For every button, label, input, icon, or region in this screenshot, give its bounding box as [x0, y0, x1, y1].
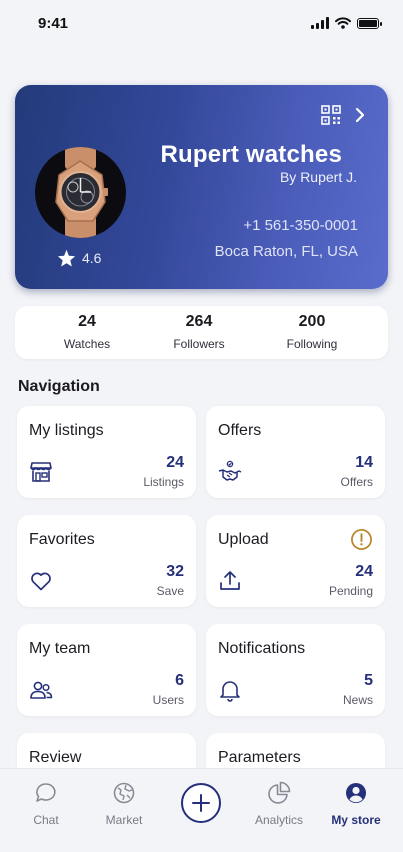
- tab-label: Analytics: [254, 813, 304, 827]
- nav-card-sub: News: [342, 693, 373, 707]
- nav-card-title: Review: [29, 749, 82, 766]
- tab-my-store[interactable]: My store: [321, 781, 391, 827]
- stat-value: 24: [78, 313, 96, 330]
- plus-icon: [192, 794, 210, 812]
- nav-card-count: 5: [364, 672, 373, 689]
- store-icon: [30, 462, 52, 482]
- nav-card-count: 32: [166, 563, 184, 580]
- user-circle-icon: [346, 783, 366, 803]
- bell-icon: [220, 681, 240, 702]
- nav-card-count: 6: [175, 672, 184, 689]
- rating: 4.6: [57, 249, 101, 267]
- nav-card-count: 24: [166, 454, 184, 471]
- signal-icon: [311, 17, 329, 29]
- chat-icon: [36, 783, 56, 802]
- tab-label: Market: [105, 813, 143, 827]
- add-button[interactable]: [181, 783, 221, 823]
- nav-card-title: My listings: [29, 422, 104, 439]
- nav-card-count: 14: [355, 454, 373, 471]
- handshake-icon: [218, 460, 242, 481]
- status-time: 9:41: [38, 14, 69, 32]
- phone-number[interactable]: +1 561-350-0001: [243, 217, 358, 234]
- users-icon: [30, 681, 53, 699]
- stat-value: 200: [298, 313, 326, 330]
- nav-card-sub: Save: [156, 584, 184, 598]
- avatar: [35, 147, 126, 238]
- alert-circle-icon: [351, 529, 372, 550]
- tab-market[interactable]: Market: [89, 781, 159, 827]
- nav-card-offers[interactable]: Offers 14 Offers: [206, 406, 385, 498]
- stat-watches[interactable]: 24 Watches: [37, 313, 137, 351]
- chevron-right-icon[interactable]: [352, 106, 368, 124]
- tab-label: Chat: [33, 813, 59, 827]
- stat-label: Followers: [173, 337, 225, 351]
- nav-card-sub: Offers: [340, 475, 373, 489]
- tab-analytics[interactable]: Analytics: [244, 781, 314, 827]
- stat-label: Following: [286, 337, 338, 351]
- nav-card-sub: Pending: [328, 584, 373, 598]
- nav-card-upload[interactable]: Upload 24 Pending: [206, 515, 385, 607]
- nav-card-notifications[interactable]: Notifications 5 News: [206, 624, 385, 716]
- location: Boca Raton, FL, USA: [214, 243, 358, 260]
- nav-card-title: Notifications: [218, 640, 306, 657]
- nav-card-sub: Users: [152, 693, 184, 707]
- heart-icon: [31, 572, 51, 591]
- stat-following[interactable]: 200 Following: [262, 313, 362, 351]
- section-title: Navigation: [18, 378, 100, 395]
- globe-icon: [113, 782, 135, 804]
- rating-value: 4.6: [82, 250, 102, 266]
- profile-card[interactable]: 4.6 Rupert watches By Rupert J. +1 561-3…: [15, 85, 388, 289]
- nav-card-my-listings[interactable]: My listings 24 Listings: [17, 406, 196, 498]
- qr-code-icon[interactable]: [321, 105, 341, 125]
- nav-card-my-team[interactable]: My team 6 Users: [17, 624, 196, 716]
- owner-name: By Rupert J.: [279, 169, 357, 185]
- tab-bar: Chat Market Analytics My store: [0, 768, 403, 852]
- nav-card-title: My team: [29, 640, 91, 657]
- tab-chat[interactable]: Chat: [11, 781, 81, 827]
- nav-card-count: 24: [355, 563, 373, 580]
- nav-card-title: Parameters: [218, 749, 301, 766]
- nav-card-sub: Listings: [143, 475, 184, 489]
- tab-label: My store: [331, 813, 381, 827]
- stat-followers[interactable]: 264 Followers: [149, 313, 249, 351]
- nav-card-title: Offers: [218, 422, 262, 439]
- nav-card-title: Favorites: [29, 531, 95, 548]
- battery-icon: [357, 17, 382, 29]
- watch-icon: [55, 147, 108, 238]
- nav-card-favorites[interactable]: Favorites 32 Save: [17, 515, 196, 607]
- star-icon: [57, 249, 76, 267]
- stat-value: 264: [185, 313, 213, 330]
- stats-card: 24 Watches 264 Followers 200 Following: [15, 306, 388, 359]
- pie-chart-icon: [268, 781, 291, 804]
- stat-label: Watches: [63, 337, 111, 351]
- wifi-icon: [335, 17, 351, 29]
- upload-icon: [220, 571, 240, 590]
- status-bar: 9:41: [0, 0, 403, 46]
- nav-card-title: Upload: [218, 531, 269, 548]
- status-icons: [311, 17, 382, 29]
- store-name: Rupert watches: [160, 141, 342, 168]
